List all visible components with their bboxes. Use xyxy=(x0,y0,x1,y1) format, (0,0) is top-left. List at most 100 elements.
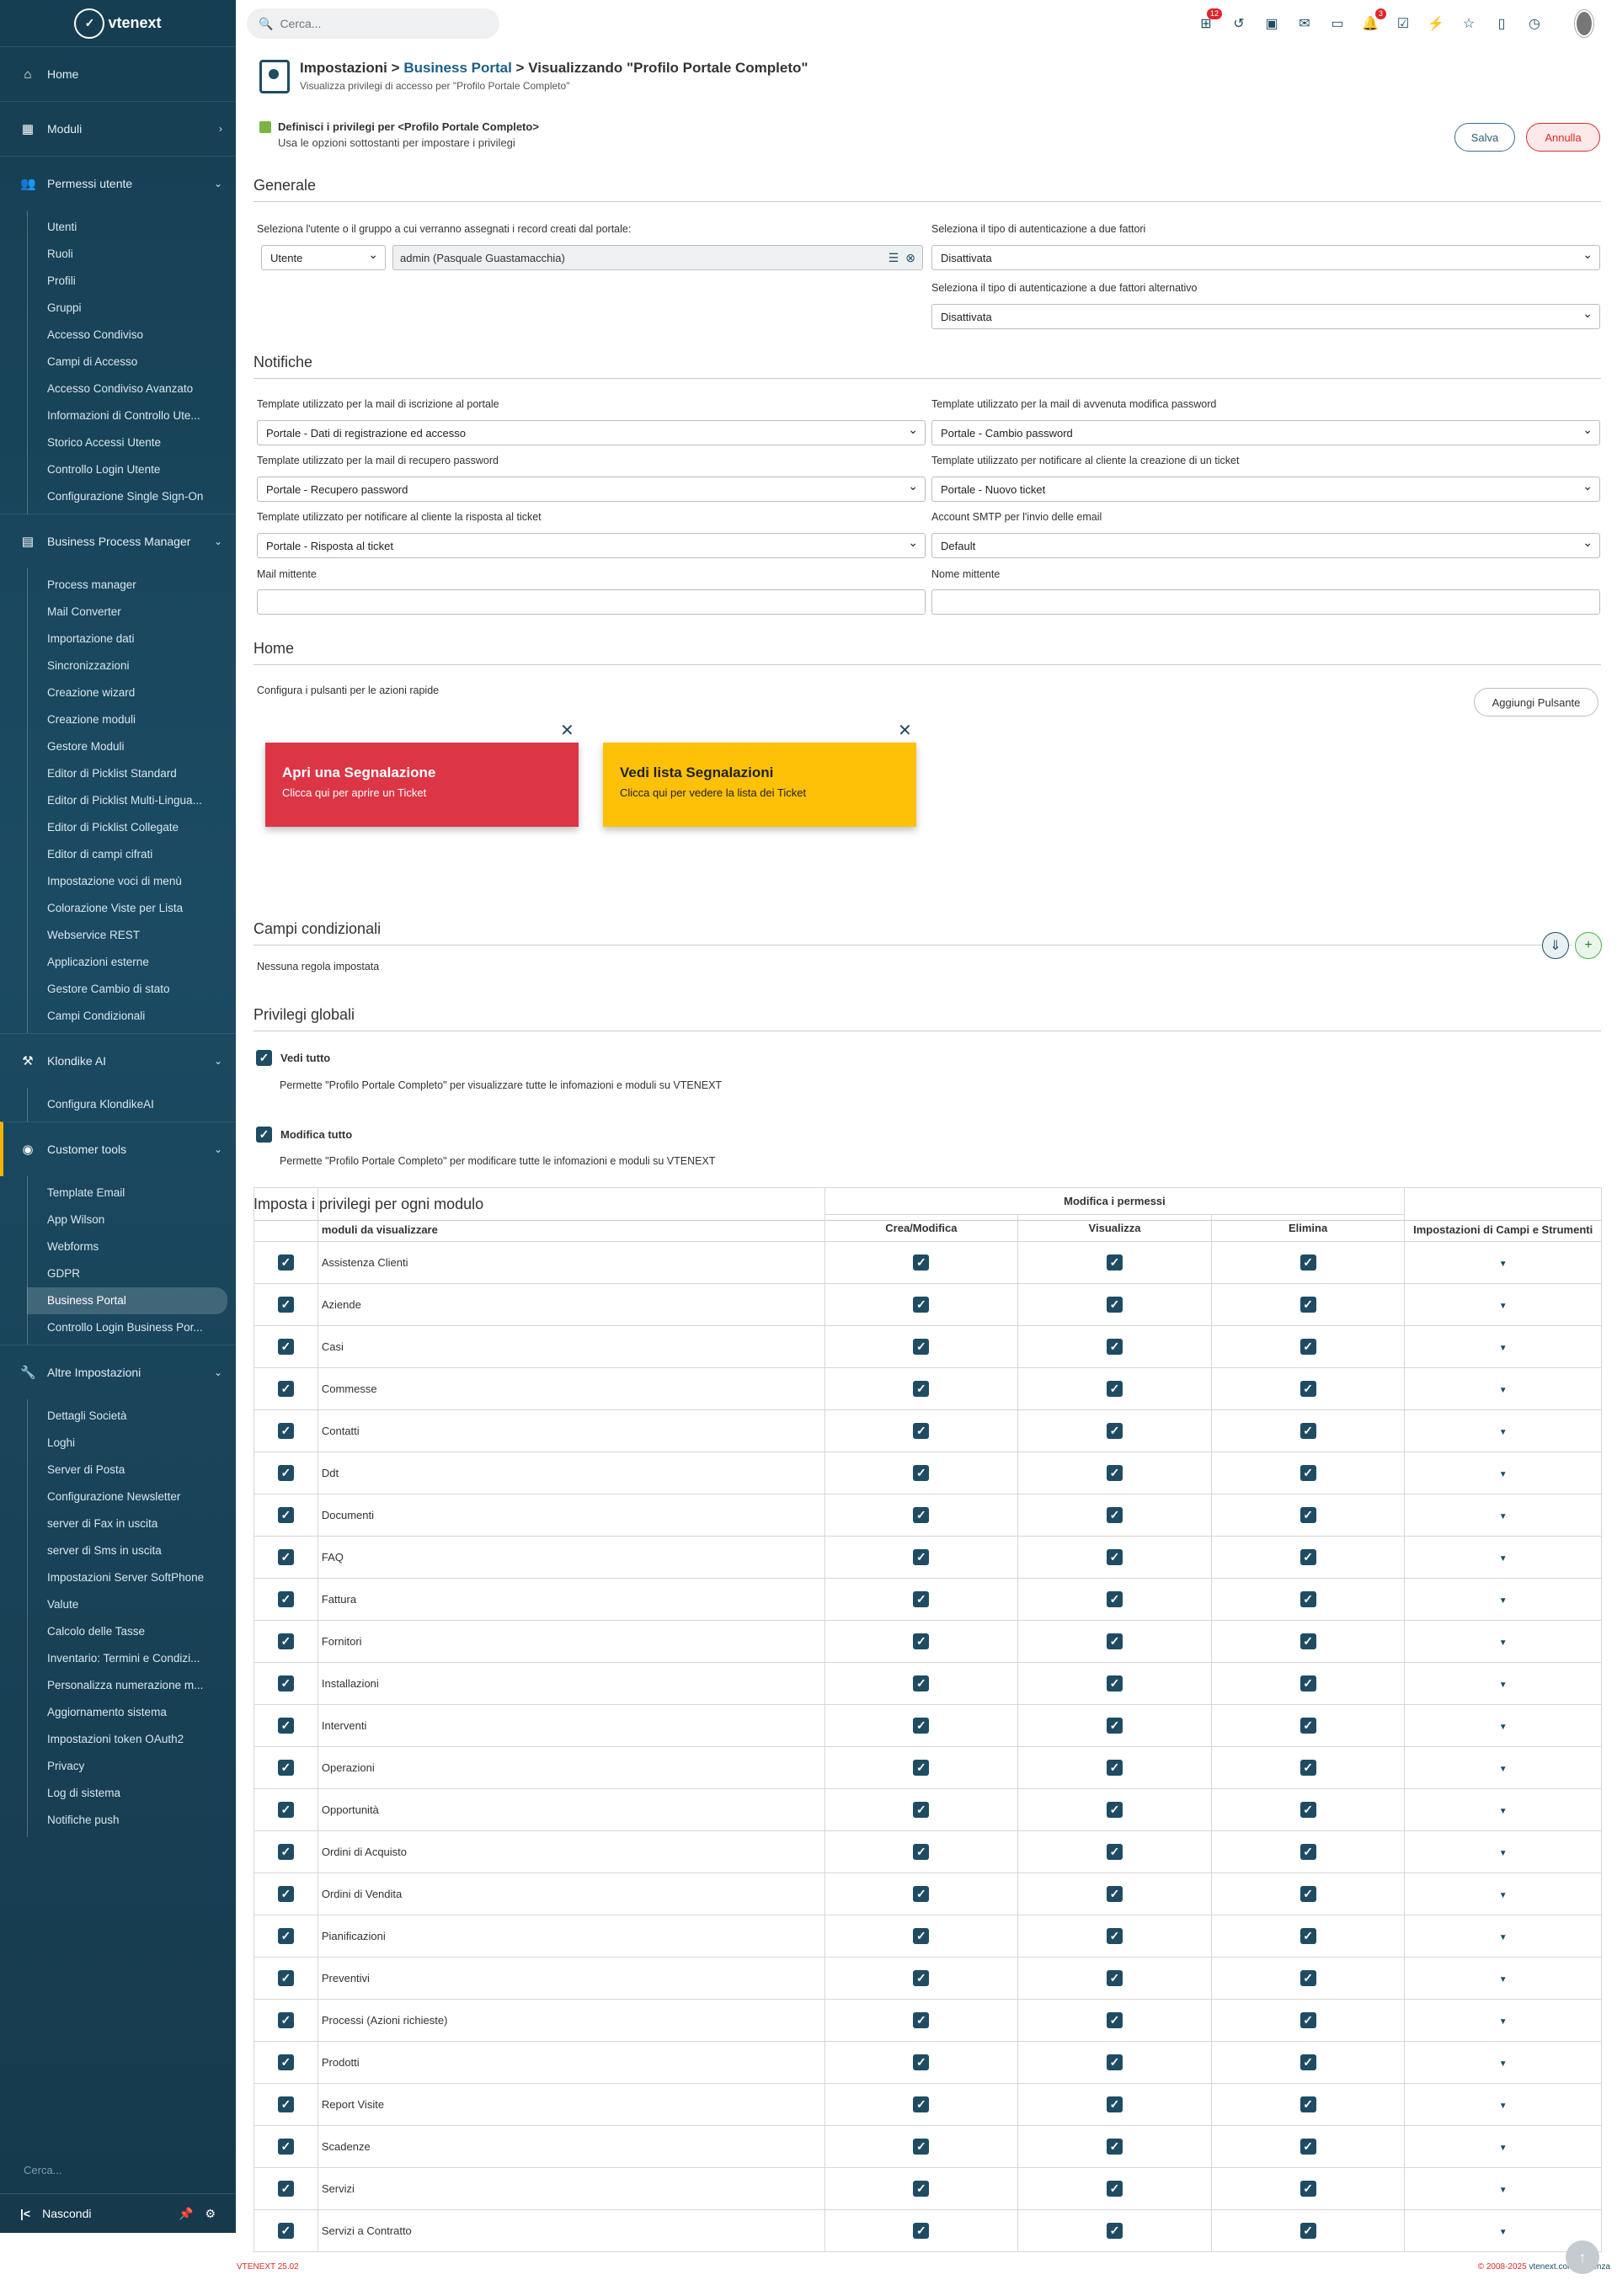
sidebar-item[interactable]: Editor di Picklist Multi-Lingua... xyxy=(27,787,227,814)
sidebar-search-input[interactable]: Cerca... xyxy=(24,2164,62,2176)
caret-down-icon[interactable]: ▼ xyxy=(1499,1975,1508,1984)
sidebar-item[interactable]: Ruoli xyxy=(27,241,227,268)
user-avatar[interactable] xyxy=(1575,8,1593,39)
logo[interactable]: ✓ vtenext xyxy=(0,0,236,46)
view-all-checkbox[interactable]: ✓ xyxy=(256,1050,272,1066)
delete-checkbox[interactable]: ✓ xyxy=(1299,1633,1316,1649)
mail-icon[interactable]: ✉ xyxy=(1295,8,1314,39)
sidebar-item[interactable]: Accesso Condiviso xyxy=(27,322,227,349)
caret-down-icon[interactable]: ▼ xyxy=(1499,1723,1508,1732)
view-checkbox[interactable]: ✓ xyxy=(1107,1633,1123,1649)
star-icon[interactable]: ☆ xyxy=(1460,8,1478,39)
sidebar-home[interactable]: ⌂ Home xyxy=(0,46,236,101)
caret-down-icon[interactable]: ▼ xyxy=(1499,1386,1508,1395)
twofa-select[interactable]: Disattivata xyxy=(931,245,1600,270)
sidebar-item[interactable]: Notifiche push xyxy=(27,1807,227,1834)
view-checkbox[interactable]: ✓ xyxy=(1107,1423,1123,1439)
view-checkbox[interactable]: ✓ xyxy=(1107,1381,1123,1397)
caret-down-icon[interactable]: ▼ xyxy=(1499,1260,1508,1269)
delete-checkbox[interactable]: ✓ xyxy=(1299,1255,1316,1271)
sidebar-item[interactable]: Editor di campi cifrati xyxy=(27,841,227,868)
delete-checkbox[interactable]: ✓ xyxy=(1299,2139,1316,2155)
sidebar-item[interactable]: Template Email xyxy=(27,1180,227,1207)
sidebar-item[interactable]: server di Sms in uscita xyxy=(27,1537,227,1564)
delete-checkbox[interactable]: ✓ xyxy=(1299,2012,1316,2028)
template-reply-select[interactable]: Portale - Risposta al ticket xyxy=(257,533,926,558)
caret-down-icon[interactable]: ▼ xyxy=(1499,1765,1508,1774)
sidebar-item[interactable]: Valute xyxy=(27,1591,227,1618)
sidebar-item[interactable]: Creazione wizard xyxy=(27,679,227,706)
caret-down-icon[interactable]: ▼ xyxy=(1499,1428,1508,1437)
view-checkbox[interactable]: ✓ xyxy=(1107,1591,1123,1607)
view-checkbox[interactable]: ✓ xyxy=(1107,1844,1123,1860)
delete-checkbox[interactable]: ✓ xyxy=(1299,1718,1316,1734)
sidebar-item[interactable]: Gruppi xyxy=(27,295,227,322)
view-checkbox[interactable]: ✓ xyxy=(1107,1255,1123,1271)
add-button-button[interactable]: Aggiungi Pulsante xyxy=(1474,688,1598,717)
lightning-icon[interactable]: ⚡ xyxy=(1427,8,1445,39)
view-checkbox[interactable]: ✓ xyxy=(1107,1970,1123,1986)
sidebar-item[interactable]: server di Fax in uscita xyxy=(27,1510,227,1537)
sidebar-item[interactable]: Controllo Login Utente xyxy=(27,456,227,483)
view-checkbox[interactable]: ✓ xyxy=(1107,1465,1123,1481)
view-checkbox[interactable]: ✓ xyxy=(1107,2223,1123,2239)
module-select-checkbox[interactable]: ✓ xyxy=(277,1297,294,1313)
caret-down-icon[interactable]: ▼ xyxy=(1499,1554,1508,1564)
create-checkbox[interactable]: ✓ xyxy=(913,1844,930,1860)
list-icon[interactable]: ☰ xyxy=(889,251,899,265)
sidebar-moduli[interactable]: ▦ Moduli › xyxy=(0,101,236,156)
scroll-top-icon[interactable]: ↑ xyxy=(1566,2240,1599,2274)
create-checkbox[interactable]: ✓ xyxy=(913,2139,930,2155)
module-select-checkbox[interactable]: ✓ xyxy=(277,2096,294,2112)
add-icon[interactable]: + xyxy=(1575,932,1602,959)
sidebar-item[interactable]: Storico Accessi Utente xyxy=(27,429,227,456)
sidebar-item[interactable]: Business Portal xyxy=(27,1287,227,1314)
delete-checkbox[interactable]: ✓ xyxy=(1299,1802,1316,1818)
sender-name-input[interactable] xyxy=(931,589,1600,615)
sidebar-item[interactable]: Personalizza numerazione m... xyxy=(27,1672,227,1699)
create-checkbox[interactable]: ✓ xyxy=(913,1928,930,1944)
delete-checkbox[interactable]: ✓ xyxy=(1299,2223,1316,2239)
module-select-checkbox[interactable]: ✓ xyxy=(277,1591,294,1607)
quick-action-card-ticket-list[interactable]: Vedi lista Segnalazioni Clicca qui per v… xyxy=(603,743,916,827)
sidebar-item[interactable]: Editor di Picklist Standard xyxy=(27,760,227,787)
caret-down-icon[interactable]: ▼ xyxy=(1499,2144,1508,2153)
view-checkbox[interactable]: ✓ xyxy=(1107,1928,1123,1944)
save-button[interactable]: Salva xyxy=(1454,123,1515,152)
clear-icon[interactable]: ⊗ xyxy=(905,251,915,265)
sidebar-item[interactable]: Log di sistema xyxy=(27,1780,227,1807)
view-checkbox[interactable]: ✓ xyxy=(1107,1339,1123,1355)
view-checkbox[interactable]: ✓ xyxy=(1107,1675,1123,1691)
sidebar-item[interactable]: Campi Condizionali xyxy=(27,1003,227,1030)
sidebar-item[interactable]: Accesso Condiviso Avanzato xyxy=(27,376,227,402)
module-select-checkbox[interactable]: ✓ xyxy=(277,1886,294,1902)
create-checkbox[interactable]: ✓ xyxy=(913,2181,930,2197)
sidebar-item[interactable]: App Wilson xyxy=(27,1207,227,1233)
caret-down-icon[interactable]: ▼ xyxy=(1499,1638,1508,1648)
module-select-checkbox[interactable]: ✓ xyxy=(277,1423,294,1439)
caret-down-icon[interactable]: ▼ xyxy=(1499,1933,1508,1942)
template-recovery-select[interactable]: Portale - Recupero password xyxy=(257,477,926,502)
create-checkbox[interactable]: ✓ xyxy=(913,1297,930,1313)
delete-checkbox[interactable]: ✓ xyxy=(1299,1423,1316,1439)
sidebar-bpm[interactable]: ▤ Business Process Manager ⌄ xyxy=(0,514,236,568)
view-checkbox[interactable]: ✓ xyxy=(1107,1760,1123,1776)
assign-user-field[interactable]: admin (Pasquale Guastamacchia) ☰ ⊗ xyxy=(392,245,923,270)
caret-down-icon[interactable]: ▼ xyxy=(1499,2228,1508,2237)
caret-down-icon[interactable]: ▼ xyxy=(1499,1302,1508,1311)
create-checkbox[interactable]: ✓ xyxy=(913,1423,930,1439)
caret-down-icon[interactable]: ▼ xyxy=(1499,2059,1508,2069)
template-new-ticket-select[interactable]: Portale - Nuovo ticket xyxy=(931,477,1600,502)
create-checkbox[interactable]: ✓ xyxy=(913,1675,930,1691)
quick-action-card-open-ticket[interactable]: Apri una Segnalazione Clicca qui per apr… xyxy=(265,743,579,827)
sidebar-klondike[interactable]: ⚒ Klondike AI ⌄ xyxy=(0,1033,236,1088)
sidebar-item[interactable]: Campi di Accesso xyxy=(27,349,227,376)
sidebar-item[interactable]: Calcolo delle Tasse xyxy=(27,1618,227,1645)
edit-all-checkbox[interactable]: ✓ xyxy=(256,1127,272,1143)
view-checkbox[interactable]: ✓ xyxy=(1107,2054,1123,2070)
download-icon[interactable]: ⇓ xyxy=(1542,932,1569,959)
module-select-checkbox[interactable]: ✓ xyxy=(277,1465,294,1481)
gear-icon[interactable]: ⚙ xyxy=(205,2207,216,2221)
create-checkbox[interactable]: ✓ xyxy=(913,1970,930,1986)
smtp-account-select[interactable]: Default xyxy=(931,533,1600,558)
